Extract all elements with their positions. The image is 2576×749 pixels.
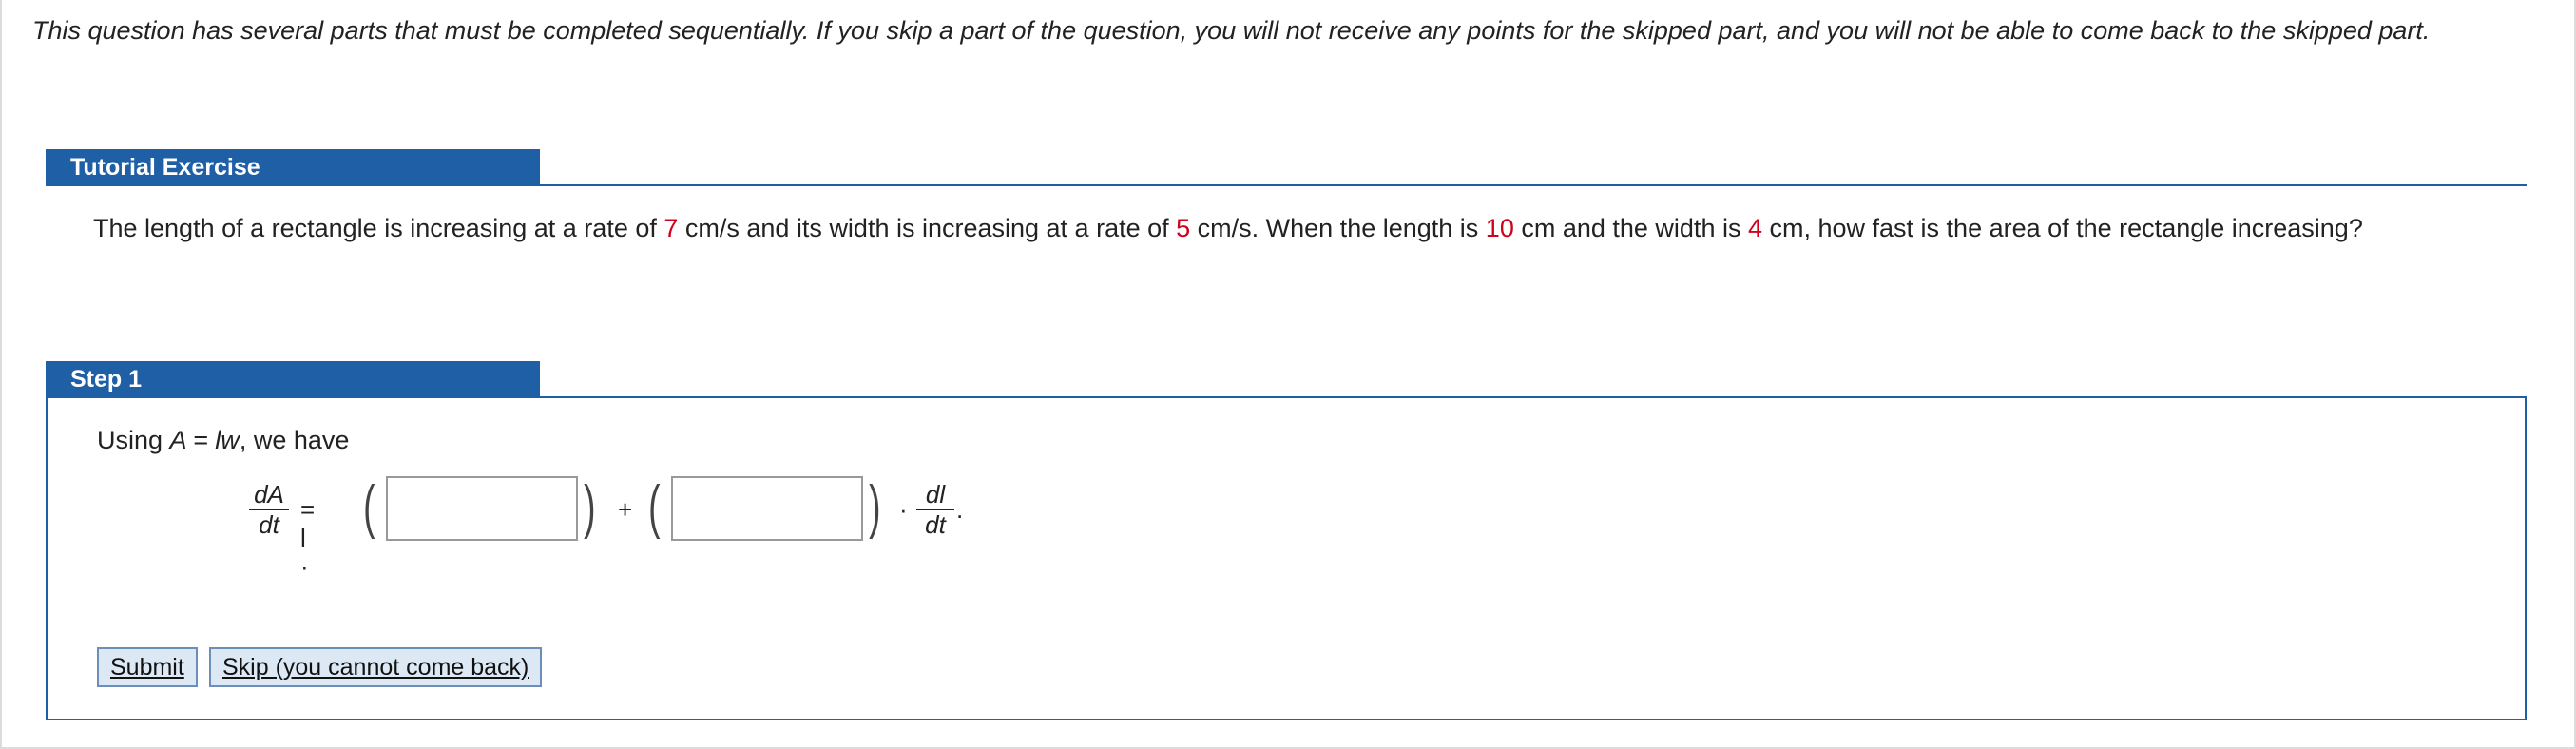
skip-button[interactable]: Skip (you cannot come back) [209,647,543,687]
width-rate-value: 5 [1176,214,1191,242]
question-page: This question has several parts that mus… [0,0,2576,749]
tutorial-exercise-header: Tutorial Exercise [46,149,540,185]
dl-dt-fraction: dl dt [916,480,954,539]
left-paren-1: ( [363,474,375,540]
step-1-header: Step 1 [46,361,540,397]
problem-statement: The length of a rectangle is increasing … [93,214,2363,242]
tutorial-header-rule [46,184,2527,186]
instructions-text: This question has several parts that mus… [32,16,2431,45]
answer-input-1[interactable] [386,476,578,541]
equals-l-dot: = l · [300,495,316,581]
answer-input-2[interactable] [671,476,863,541]
using-statement: Using A = lw, we have [97,426,350,454]
submit-button[interactable]: Submit [97,647,198,687]
plus-sign: + [618,495,633,524]
area-formula: A = lw [169,426,240,454]
length-rate-value: 7 [663,214,679,242]
right-paren-2: ) [869,474,881,540]
multiply-dot: · [899,495,908,524]
length-value: 10 [1485,214,1514,242]
left-paren-2: ( [648,474,661,540]
step-1-panel: Using A = lw, we have dA dt = l · ( ) + … [46,396,2527,720]
width-value: 4 [1747,214,1762,242]
equation-period: . [956,495,964,524]
right-paren-1: ) [584,474,596,540]
dA-dt-fraction: dA dt [249,480,289,539]
